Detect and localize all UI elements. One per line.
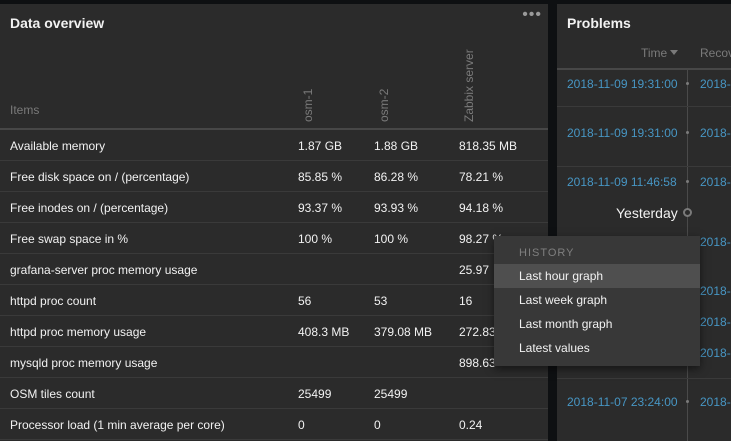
menu-item-last-hour-graph[interactable]: Last hour graph (494, 264, 700, 288)
problems-widget: Problems Time Recov 2018-11-09 19:31:00 … (557, 4, 731, 441)
row-divider (557, 106, 731, 107)
recovery-time-link[interactable]: 2018- (700, 175, 731, 189)
value-cell[interactable]: 1.87 GB (298, 139, 342, 153)
table-row: httpd proc count 56 53 16 (0, 285, 548, 316)
timeline-dot (686, 131, 689, 134)
item-name: Available memory (10, 139, 106, 153)
item-name: Free inodes on / (percentage) (10, 201, 169, 215)
table-row: httpd proc memory usage 408.3 MB 379.08 … (0, 316, 548, 347)
items-column-header: Items (10, 103, 40, 117)
problem-time-link[interactable]: 2018-11-07 23:24:00 (567, 395, 678, 409)
sort-desc-icon (670, 50, 678, 55)
table-row: OSM tiles count 25499 25499 (0, 378, 548, 409)
value-cell[interactable]: 408.3 MB (298, 325, 349, 339)
value-cell[interactable]: 78.21 % (459, 170, 503, 184)
recovery-time-link[interactable]: 2018- (700, 77, 731, 91)
menu-item-last-month-graph[interactable]: Last month graph (494, 312, 700, 336)
value-cell[interactable]: 100 % (374, 232, 408, 246)
menu-item-label: Last hour graph (519, 269, 604, 283)
host-header-osm-1: osm-1 (301, 88, 315, 122)
data-overview-widget: Data overview ••• Items osm-1 osm-2 Zabb… (0, 4, 548, 441)
problem-time-link[interactable]: 2018-11-09 19:31:00 (567, 126, 678, 140)
value-cell[interactable]: 25.97 (459, 263, 489, 277)
value-cell[interactable]: 93.93 % (374, 201, 418, 215)
value-cell[interactable]: 100 % (298, 232, 332, 246)
header-divider (557, 68, 731, 70)
item-name: grafana-server proc memory usage (10, 263, 198, 277)
history-context-menu: HISTORY Last hour graph Last week graph … (494, 236, 700, 366)
recovery-column-header[interactable]: Recov (700, 46, 731, 60)
row-divider (557, 166, 731, 167)
value-cell[interactable]: 272.83 (459, 325, 496, 339)
value-cell[interactable]: 818.35 MB (459, 139, 517, 153)
value-cell[interactable]: 56 (298, 294, 311, 308)
item-name: Free swap space in % (10, 232, 129, 246)
menu-item-label: Last week graph (519, 293, 608, 307)
table-row: Available memory 1.87 GB 1.88 GB 818.35 … (0, 130, 548, 161)
table-row: mysqld proc memory usage 898.63 (0, 347, 548, 378)
row-divider (557, 378, 731, 379)
item-name: httpd proc memory usage (10, 325, 147, 339)
timeline-dot (686, 180, 689, 183)
host-header-osm-2: osm-2 (377, 88, 391, 122)
table-row: Free inodes on / (percentage) 93.37 % 93… (0, 192, 548, 223)
timeline-dot (686, 400, 689, 403)
day-separator-marker (683, 208, 692, 217)
recovery-time-link[interactable]: 2018- (700, 284, 731, 298)
recovery-time-link[interactable]: 2018- (700, 346, 731, 360)
item-name: OSM tiles count (10, 387, 95, 401)
problem-time-link[interactable]: 2018-11-09 11:46:58 (567, 175, 677, 189)
item-name: Processor load (1 min average per core) (10, 418, 225, 432)
value-cell[interactable]: 1.88 GB (374, 139, 418, 153)
widget-title: Problems (567, 15, 631, 31)
table-row: grafana-server proc memory usage 25.97 (0, 254, 548, 285)
value-cell[interactable]: 25499 (374, 387, 407, 401)
value-cell[interactable]: 0 (374, 418, 381, 432)
day-separator-label: Yesterday (616, 205, 678, 221)
item-name: mysqld proc memory usage (10, 356, 158, 370)
value-cell[interactable]: 53 (374, 294, 387, 308)
recovery-time-link[interactable]: 2018- (700, 235, 731, 249)
table-row: Free disk space on / (percentage) 85.85 … (0, 161, 548, 192)
value-cell[interactable]: 86.28 % (374, 170, 418, 184)
host-header-zabbix-server: Zabbix server (462, 49, 476, 122)
menu-item-label: Last month graph (519, 317, 613, 331)
value-cell[interactable]: 0 (298, 418, 305, 432)
menu-item-label: Latest values (519, 341, 590, 355)
menu-item-last-week-graph[interactable]: Last week graph (494, 288, 700, 312)
recovery-time-link[interactable]: 2018- (700, 395, 731, 409)
menu-item-latest-values[interactable]: Latest values (494, 336, 700, 360)
overview-table: Available memory 1.87 GB 1.88 GB 818.35 … (0, 130, 548, 440)
widget-title: Data overview (10, 15, 105, 31)
table-row: Free swap space in % 100 % 100 % 98.27 % (0, 223, 548, 254)
problem-time-link[interactable]: 2018-11-09 19:31:00 (567, 77, 678, 91)
time-column-header[interactable]: Time (641, 46, 667, 60)
timeline-dot (686, 82, 689, 85)
value-cell[interactable]: 898.63 (459, 356, 496, 370)
recovery-time-link[interactable]: 2018- (700, 126, 731, 140)
value-cell[interactable]: 379.08 MB (374, 325, 432, 339)
value-cell[interactable]: 93.37 % (298, 201, 342, 215)
value-cell[interactable]: 0.24 (459, 418, 482, 432)
item-name: httpd proc count (10, 294, 97, 308)
value-cell[interactable]: 94.18 % (459, 201, 503, 215)
item-name: Free disk space on / (percentage) (10, 170, 190, 184)
menu-section-heading: HISTORY (519, 247, 575, 259)
value-cell[interactable]: 16 (459, 294, 472, 308)
value-cell[interactable]: 25499 (298, 387, 331, 401)
value-cell[interactable]: 85.85 % (298, 170, 342, 184)
table-row: Processor load (1 min average per core) … (0, 409, 548, 440)
recovery-time-link[interactable]: 2018- (700, 315, 731, 329)
widget-menu-icon[interactable]: ••• (522, 7, 542, 23)
